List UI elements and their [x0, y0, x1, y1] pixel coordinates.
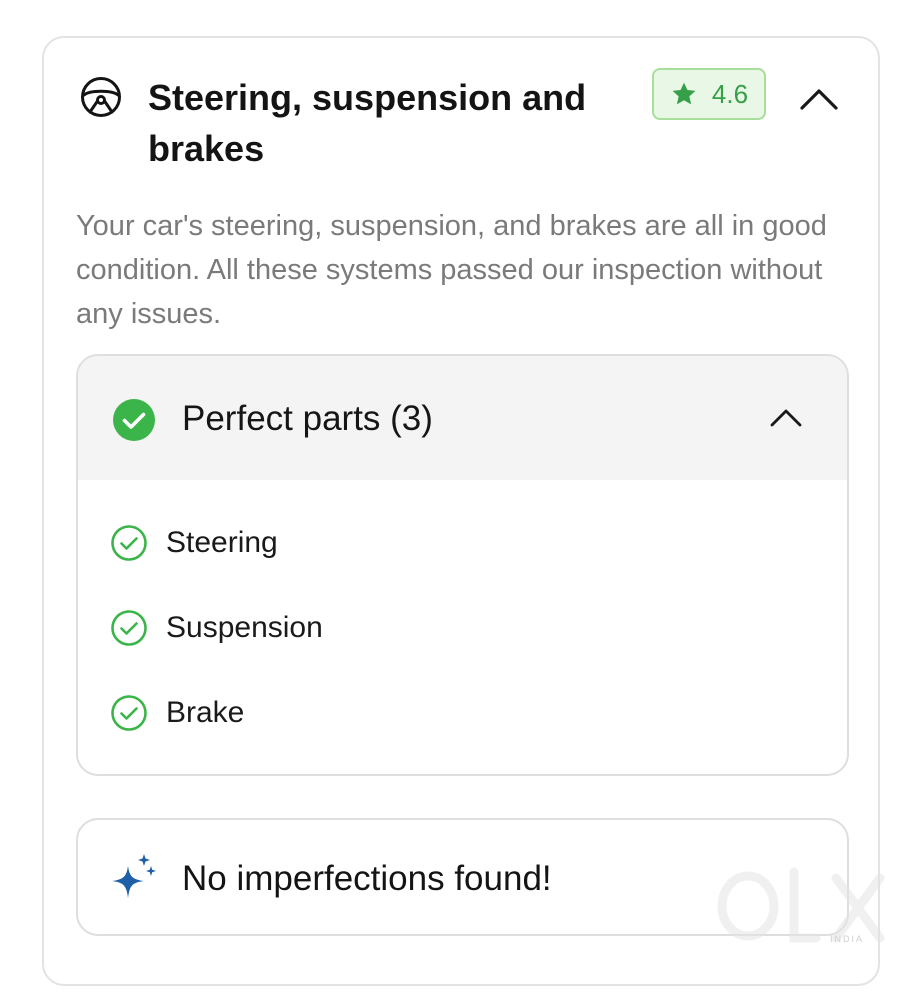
watermark-caption: INDIA	[830, 934, 865, 944]
list-item: Suspension	[110, 603, 323, 653]
check-circle-outline-icon	[111, 525, 147, 561]
check-circle-outline-icon	[111, 695, 147, 731]
perfect-parts-panel: Perfect parts (3) Steering Suspension Br…	[76, 354, 849, 776]
part-label-suspension: Suspension	[166, 611, 323, 644]
rating-value: 4.6	[711, 78, 749, 109]
no-imperfections-text: No imperfections found!	[182, 859, 552, 898]
star-icon	[672, 82, 696, 105]
olx-logo	[717, 867, 885, 943]
check-circle-outline-icon	[111, 610, 147, 646]
section-description: Your car's steering, suspension, and bra…	[76, 210, 827, 330]
section-header[interactable]: Steering, suspension and brakes 4.6	[44, 38, 878, 188]
chevron-up-icon[interactable]	[794, 78, 844, 118]
section-title: Steering, suspension and brakes	[148, 77, 587, 169]
list-item: Steering	[110, 518, 278, 568]
inspection-section-card: Steering, suspension and brakes 4.6 Your…	[42, 36, 880, 986]
check-circle-filled-icon	[113, 399, 155, 441]
chevron-up-icon[interactable]	[766, 400, 806, 434]
perfect-parts-header[interactable]: Perfect parts (3)	[78, 356, 847, 480]
part-label-steering: Steering	[166, 526, 278, 559]
list-item: Brake	[110, 688, 244, 738]
rating-badge: 4.6	[652, 68, 766, 120]
sparkle-icon	[112, 854, 156, 898]
part-label-brake: Brake	[166, 696, 245, 729]
perfect-parts-title: Perfect parts (3)	[182, 399, 433, 438]
steering-wheel-icon	[81, 77, 121, 117]
